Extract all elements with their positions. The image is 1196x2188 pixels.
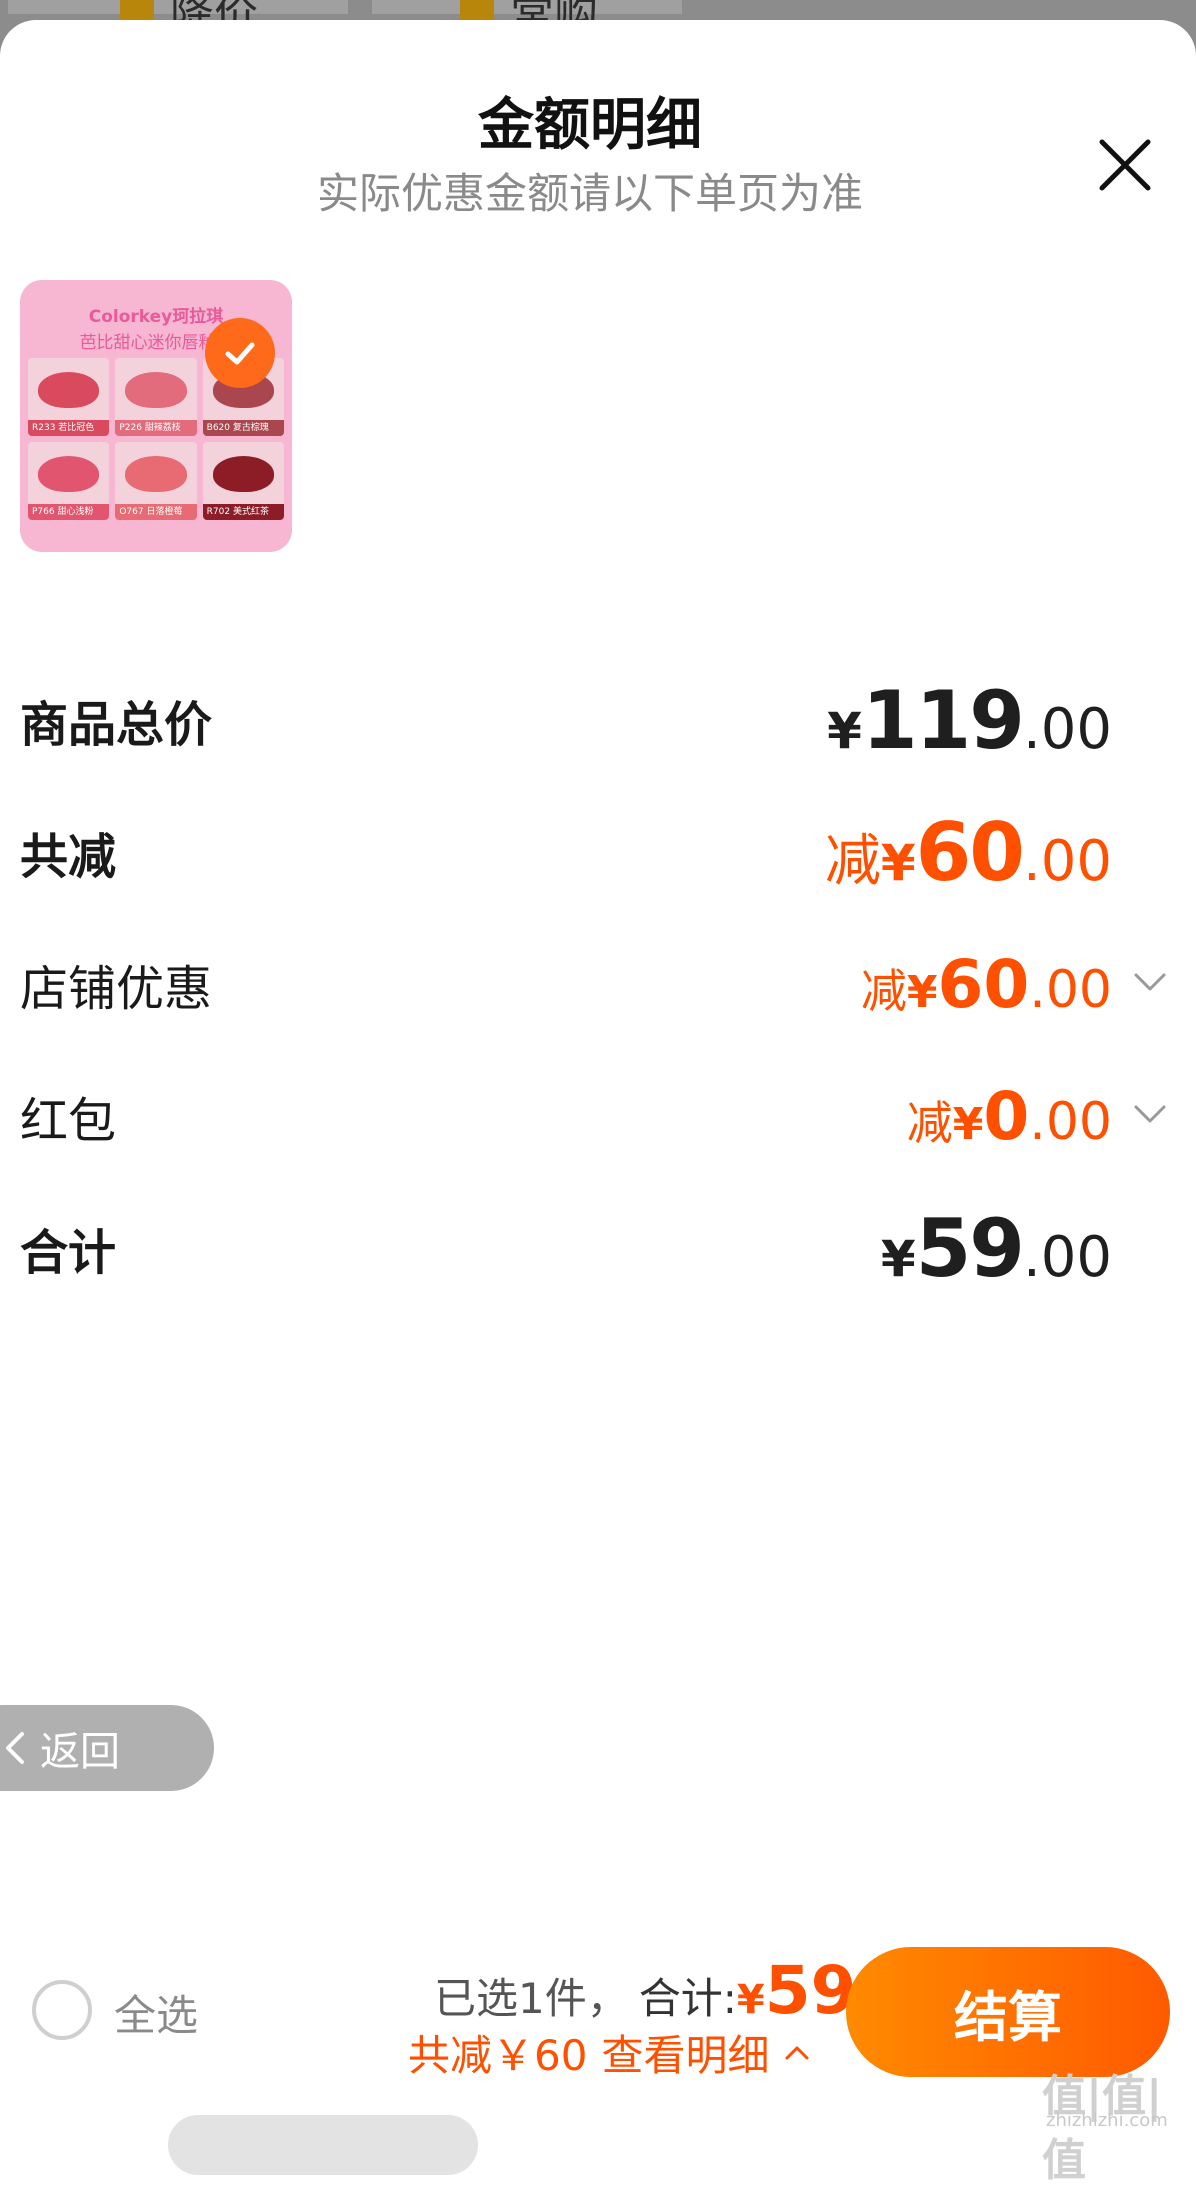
discount-prefix: 减 <box>824 828 881 894</box>
shade-caption: B620 复古棕瑰 <box>202 420 284 436</box>
chevron-left-icon <box>6 1732 24 1764</box>
chevron-down-icon[interactable] <box>1130 962 1170 1002</box>
row-grand-total: 合计 ¥ 59 .00 <box>20 1202 1170 1295</box>
row-total-discount: 共减 减 ¥ 60 .00 <box>20 806 1170 899</box>
lip-swatch <box>125 372 187 408</box>
discount-prefix: 减 <box>906 1095 953 1150</box>
shade-swatch: P766 甜心浅粉 <box>28 442 110 520</box>
checkout-bar: 全选 已选1件， 合计: ¥ 59 共减￥60 查看明细 结算 <box>0 1930 1196 2110</box>
lip-swatch <box>212 456 274 492</box>
lip-swatch <box>38 456 100 492</box>
close-icon[interactable] <box>1090 130 1160 200</box>
shade-swatch: R233 若比冠色 <box>28 358 110 436</box>
selection-summary: 已选1件， 合计: ¥ 59 <box>434 1952 857 2029</box>
view-detail-link[interactable]: 查看明细 <box>601 2022 769 2083</box>
shade-caption: O767 日落橙莓 <box>115 504 197 520</box>
lip-swatch <box>38 372 100 408</box>
total-value: 59 <box>764 1952 857 2029</box>
row-label: 商品总价 <box>20 697 213 753</box>
shade-caption: P766 甜心浅粉 <box>28 504 110 520</box>
chevron-up-icon <box>785 2046 809 2059</box>
currency-symbol: ¥ <box>880 1229 916 1288</box>
row-value: 减 ¥ 0 .00 <box>907 1078 1112 1155</box>
savings-line[interactable]: 共减￥60 查看明细 <box>408 2022 811 2083</box>
shade-caption: R702 美式红茶 <box>202 504 284 520</box>
shade-caption: P226 甜辣荔枝 <box>115 420 197 436</box>
row-label: 店铺优惠 <box>20 961 213 1017</box>
back-button-label: 返回 <box>40 1729 120 1775</box>
row-red-packet[interactable]: 红包 减 ¥ 0 .00 <box>20 1076 1170 1156</box>
row-value: ¥ 119 .00 <box>827 674 1112 767</box>
savings-text: 共减￥60 <box>408 2031 588 2080</box>
amount-integer: 0 <box>983 1077 1030 1155</box>
amount-integer: 59 <box>915 1201 1025 1295</box>
selected-count: 已选1件， <box>434 1974 629 2023</box>
shade-swatch: R702 美式红茶 <box>202 442 284 520</box>
row-label: 红包 <box>20 1093 117 1149</box>
sheet-title: 金额明细 <box>478 93 702 158</box>
sheet-subtitle: 实际优惠金额请以下单页为准 <box>316 169 863 218</box>
checkout-button[interactable]: 结算 <box>846 1947 1170 2077</box>
row-label: 共减 <box>20 829 117 885</box>
row-store-discount[interactable]: 店铺优惠 减 ¥ 60 .00 <box>20 944 1170 1024</box>
currency-symbol: ¥ <box>952 1098 984 1150</box>
currency-symbol: ¥ <box>906 966 938 1018</box>
amount-decimal: .00 <box>1022 828 1112 894</box>
lip-swatch <box>125 456 187 492</box>
shade-swatch: P226 甜辣荔枝 <box>115 358 197 436</box>
total-label: 合计: <box>638 1974 737 2023</box>
amount-decimal: .00 <box>1022 696 1112 762</box>
amount-integer: 60 <box>937 945 1030 1023</box>
home-indicator-tab <box>168 2115 478 2175</box>
amount-integer: 119 <box>861 673 1025 767</box>
currency-symbol: ¥ <box>880 833 916 892</box>
discount-prefix: 减 <box>860 963 907 1018</box>
row-label: 合计 <box>20 1225 117 1281</box>
shade-caption: R233 若比冠色 <box>28 420 110 436</box>
amount-decimal: .00 <box>1029 959 1112 1020</box>
row-value: ¥ 59 .00 <box>881 1202 1112 1295</box>
row-value: 减 ¥ 60 .00 <box>825 806 1112 899</box>
amount-integer: 60 <box>915 805 1025 899</box>
row-value: 减 ¥ 60 .00 <box>861 946 1112 1023</box>
amount-decimal: .00 <box>1022 1224 1112 1290</box>
select-all-label[interactable]: 全选 <box>114 1982 198 2043</box>
row-goods-total: 商品总价 ¥ 119 .00 <box>20 674 1170 767</box>
back-button[interactable]: 返回 <box>0 1705 214 1791</box>
chevron-down-icon[interactable] <box>1130 1094 1170 1134</box>
selected-check-icon[interactable] <box>205 318 275 388</box>
currency-symbol: ¥ <box>827 701 862 760</box>
amount-decimal: .00 <box>1029 1091 1112 1152</box>
shade-swatch: O767 日落橙莓 <box>115 442 197 520</box>
select-all-radio[interactable] <box>32 1980 92 2040</box>
watermark-url: zhizhizhi.com <box>1046 2110 1168 2131</box>
total-currency: ¥ <box>736 1977 765 2023</box>
